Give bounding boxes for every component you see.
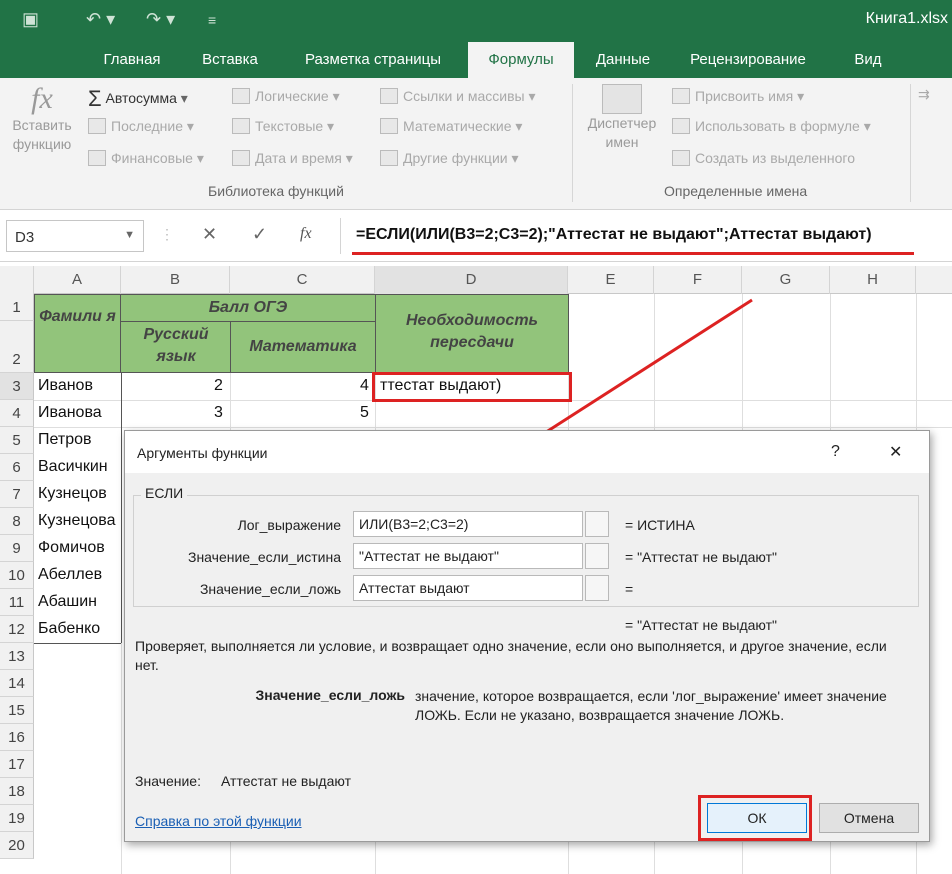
arg-input-logical[interactable]: ИЛИ(B3=2;C3=2)	[353, 511, 583, 537]
arg-input-true[interactable]: "Аттестат не выдают"	[353, 543, 583, 569]
current-arg-name: Значение_если_ложь	[255, 687, 406, 703]
arg-result-false: =	[625, 581, 634, 597]
collapse-range-icon[interactable]	[585, 543, 609, 569]
value-label: Значение:	[135, 773, 201, 789]
arg-label-logical: Лог_выражение	[237, 517, 341, 533]
collapse-range-icon[interactable]	[585, 511, 609, 537]
function-name: ЕСЛИ	[141, 485, 188, 501]
function-description: Проверяет, выполняется ли условие, и воз…	[135, 638, 887, 673]
arg-input-false[interactable]: Аттестат выдают	[353, 575, 583, 601]
annotation-box-ok	[698, 795, 812, 841]
current-arg-description: значение, которое возвращается, если 'ло…	[415, 688, 887, 723]
arg-label-false: Значение_если_ложь	[199, 581, 341, 597]
cancel-button[interactable]: Отмена	[819, 803, 919, 833]
value-text: Аттестат не выдают	[221, 773, 351, 789]
help-icon[interactable]: ?	[831, 443, 840, 461]
close-icon[interactable]: ✕	[889, 442, 902, 462]
collapse-range-icon[interactable]	[585, 575, 609, 601]
arg-result-logical: = ИСТИНА	[625, 517, 695, 533]
function-arguments-dialog: Аргументы функции ? ✕ ЕСЛИ Лог_выражение…	[124, 430, 930, 842]
arg-label-true: Значение_если_истина	[187, 549, 341, 565]
dialog-title: Аргументы функции	[137, 445, 268, 461]
arg-result-true: = "Аттестат не выдают"	[625, 549, 777, 565]
overall-result: = "Аттестат не выдают"	[625, 617, 777, 633]
help-link[interactable]: Справка по этой функции	[135, 813, 302, 829]
